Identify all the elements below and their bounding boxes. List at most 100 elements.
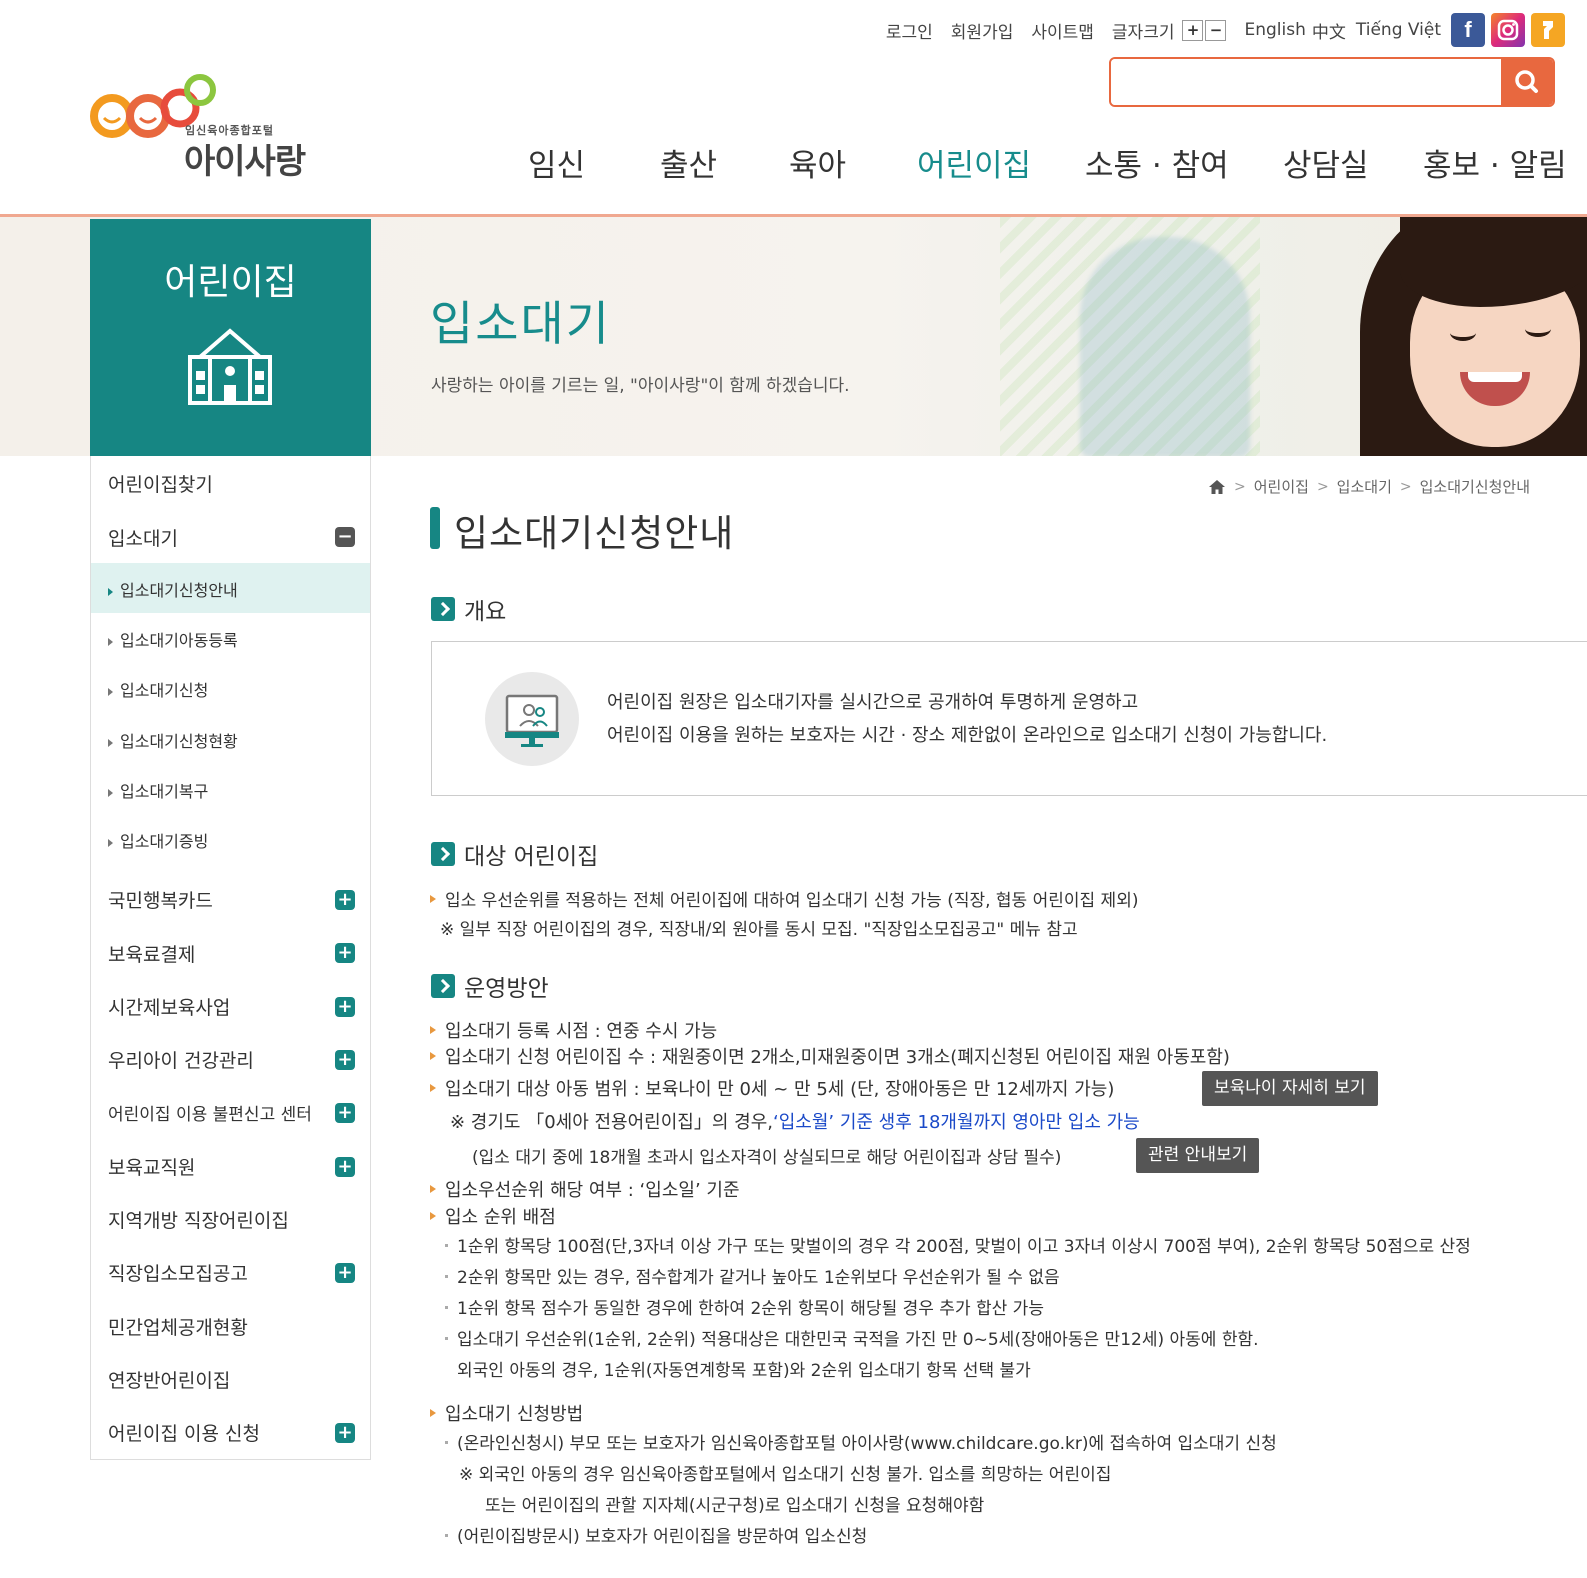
daycare-building-icon: [188, 328, 272, 405]
lang-chinese-link[interactable]: 中文: [1312, 18, 1346, 43]
age-detail-button[interactable]: 보육나이 자세히 보기: [1202, 1071, 1378, 1106]
lang-vietnamese-link[interactable]: Tiếng Việt: [1356, 20, 1441, 40]
expand-icon[interactable]: +: [335, 997, 355, 1017]
section-title-operation: 운영방안: [464, 976, 549, 1002]
sidebar-sub-apply[interactable]: 입소대기신청: [108, 677, 208, 701]
bullet-icon: [430, 1052, 436, 1060]
instagram-icon[interactable]: [1491, 13, 1525, 47]
arrow-right-icon: [108, 838, 113, 847]
gnb-item-notice[interactable]: 홍보 · 알림: [1423, 140, 1567, 185]
lang-english-link[interactable]: English: [1244, 20, 1305, 40]
operation-highlight-text: ‘입소월’ 기준 생후 18개월까지 영아만 입소 가능: [772, 1112, 1140, 1133]
sidebar-item-staff[interactable]: 보육교직원: [108, 1153, 195, 1180]
expand-icon[interactable]: +: [335, 1157, 355, 1177]
method-item: (온라인신청시) 부모 또는 보호자가 임신육아종합포털 아이사랑(www.ch…: [445, 1429, 1277, 1454]
kakaostory-icon[interactable]: [1531, 13, 1565, 47]
breadcrumb-item-current: 입소대기신청안내: [1419, 478, 1531, 496]
sidebar-sub-label: 입소대기복구: [120, 782, 209, 801]
sidebar-sub-guide[interactable]: 입소대기신청안내: [108, 577, 238, 601]
sidebar-item-hourly-care[interactable]: 시간제보육사업: [108, 993, 230, 1020]
sidebar-sub-label: 입소대기아동등록: [120, 631, 238, 650]
expand-icon[interactable]: +: [335, 890, 355, 910]
score-rule-text: 1순위 항목당 100점(단,3자녀 이상 가구 또는 맞벌이의 경우 각 20…: [457, 1237, 1471, 1257]
gnb-item-community[interactable]: 소통 · 참여: [1085, 140, 1229, 185]
site-logo[interactable]: 임신육아종합포털 아이사랑: [90, 72, 320, 182]
home-icon[interactable]: [1208, 479, 1226, 495]
bullet-icon: [430, 895, 436, 903]
font-increase-button[interactable]: +: [1182, 19, 1204, 41]
font-decrease-button[interactable]: −: [1205, 19, 1227, 41]
breadcrumb-item[interactable]: 어린이집: [1254, 476, 1309, 497]
sidebar-item-use-apply[interactable]: 어린이집 이용 신청: [108, 1419, 260, 1446]
sidebar-item-private-disclosure[interactable]: 민간업체공개현황: [108, 1313, 248, 1340]
search-input[interactable]: [1111, 59, 1503, 105]
section-header: 어린이집: [90, 219, 371, 456]
search-icon: [1515, 70, 1538, 93]
sidebar-item-open-workplace[interactable]: 지역개방 직장어린이집: [108, 1206, 289, 1233]
search-button[interactable]: [1501, 59, 1553, 105]
operation-item: 입소대기 등록 시점 : 연중 수시 가능: [430, 1017, 717, 1043]
sidebar-item-waiting[interactable]: 입소대기: [108, 524, 178, 551]
logo-title: 아이사랑: [184, 142, 306, 182]
method-note: 또는 어린이집의 관할 지자체(시군구청)로 입소대기 신청을 요청해야함: [485, 1496, 985, 1516]
section-arrow-icon: [431, 597, 455, 621]
section-title-target: 대상 어린이집: [464, 844, 599, 870]
overview-text-line: 어린이집 이용을 원하는 보호자는 시간 · 장소 제한없이 온라인으로 입소대…: [607, 725, 1328, 746]
expand-icon[interactable]: +: [335, 943, 355, 963]
dot-icon: [445, 1305, 448, 1309]
join-link[interactable]: 회원가입: [951, 18, 1014, 43]
method-note: ※ 외국인 아동의 경우 임신육아종합포털에서 입소대기 신청 불가. 입소를 …: [459, 1465, 1112, 1485]
arrow-right-icon: [108, 587, 113, 596]
target-note: ※ 일부 직장 어린이집의 경우, 직장내/외 원아를 동시 모집. "직장입소…: [440, 920, 1078, 940]
arrow-right-icon: [108, 788, 113, 797]
sidebar-item-find-daycare[interactable]: 어린이집찾기: [108, 470, 213, 497]
page-title-marker: [430, 507, 440, 549]
gnb-item-daycare[interactable]: 어린이집: [917, 140, 1031, 185]
sidebar-sub-restore[interactable]: 입소대기복구: [108, 778, 208, 802]
bullet-icon: [430, 1026, 436, 1034]
gnb-item-childcare[interactable]: 육아: [789, 140, 846, 185]
operation-text: 입소대기 신청 어린이집 수 : 재원중이면 2개소,미재원중이면 3개소(폐지…: [445, 1047, 1230, 1068]
score-rule: 1순위 항목 점수가 동일한 경우에 한하여 2순위 항목이 해당될 경우 추가…: [445, 1294, 1044, 1319]
sidebar-sub-register[interactable]: 입소대기아동등록: [108, 627, 238, 651]
sidebar-item-happy-card[interactable]: 국민행복카드: [108, 886, 213, 913]
sidebar-item-complaint-center[interactable]: 어린이집 이용 불편신고 센터: [108, 1100, 312, 1125]
dot-icon: [445, 1533, 448, 1537]
operation-text: 입소대기 대상 아동 범위 : 보육나이 만 0세 ~ 만 5세 (단, 장애아…: [445, 1079, 1115, 1100]
sidebar-sub-label: 입소대기신청: [120, 681, 209, 700]
gnb-item-counsel[interactable]: 상담실: [1283, 140, 1369, 185]
facebook-icon[interactable]: f: [1451, 13, 1485, 47]
collapse-icon[interactable]: −: [335, 527, 355, 547]
gnb-item-birth[interactable]: 출산: [660, 140, 717, 185]
dot-icon: [445, 1440, 448, 1444]
operation-item: 입소대기 신청 어린이집 수 : 재원중이면 2개소,미재원중이면 3개소(폐지…: [430, 1043, 1230, 1069]
login-link[interactable]: 로그인: [886, 18, 933, 43]
operation-item: 입소대기 대상 아동 범위 : 보육나이 만 0세 ~ 만 5세 (단, 장애아…: [430, 1075, 1114, 1101]
dot-icon: [445, 1243, 448, 1247]
banner-girl-image: [1340, 217, 1587, 456]
sidebar-item-extended-class[interactable]: 연장반어린이집: [108, 1366, 230, 1393]
expand-icon[interactable]: +: [335, 1050, 355, 1070]
expand-icon[interactable]: +: [335, 1103, 355, 1123]
gnb-item-pregnancy[interactable]: 임신: [528, 140, 585, 185]
sidebar-sub-proof[interactable]: 입소대기증빙: [108, 828, 208, 852]
sidebar-item-health[interactable]: 우리아이 건강관리: [108, 1046, 254, 1073]
related-guide-button[interactable]: 관련 안내보기: [1136, 1138, 1260, 1173]
sidebar-item-workplace-notice[interactable]: 직장입소모집공고: [108, 1259, 248, 1286]
operation-note-text: ※ 경기도 「0세아 전용어린이집」의 경우,: [450, 1112, 773, 1133]
sidebar-sub-status[interactable]: 입소대기신청현황: [108, 728, 238, 752]
sidebar-item-fee-payment[interactable]: 보육료결제: [108, 940, 195, 967]
expand-icon[interactable]: +: [335, 1423, 355, 1443]
sidebar-sub-label: 입소대기신청안내: [120, 581, 238, 600]
bullet-icon: [430, 1084, 436, 1092]
operation-text: 입소대기 신청방법: [445, 1404, 584, 1425]
method-text: (어린이집방문시) 보호자가 어린이집을 방문하여 입소신청: [457, 1527, 868, 1547]
operation-item: 입소대기 신청방법: [430, 1400, 583, 1426]
arrow-right-icon: [108, 687, 113, 696]
section-arrow-icon: [431, 842, 455, 866]
breadcrumb-item[interactable]: 입소대기: [1337, 476, 1392, 497]
expand-icon[interactable]: +: [335, 1263, 355, 1283]
section-title-overview: 개요: [464, 599, 507, 625]
bullet-icon: [430, 1185, 436, 1193]
sitemap-link[interactable]: 사이트맵: [1031, 18, 1094, 43]
